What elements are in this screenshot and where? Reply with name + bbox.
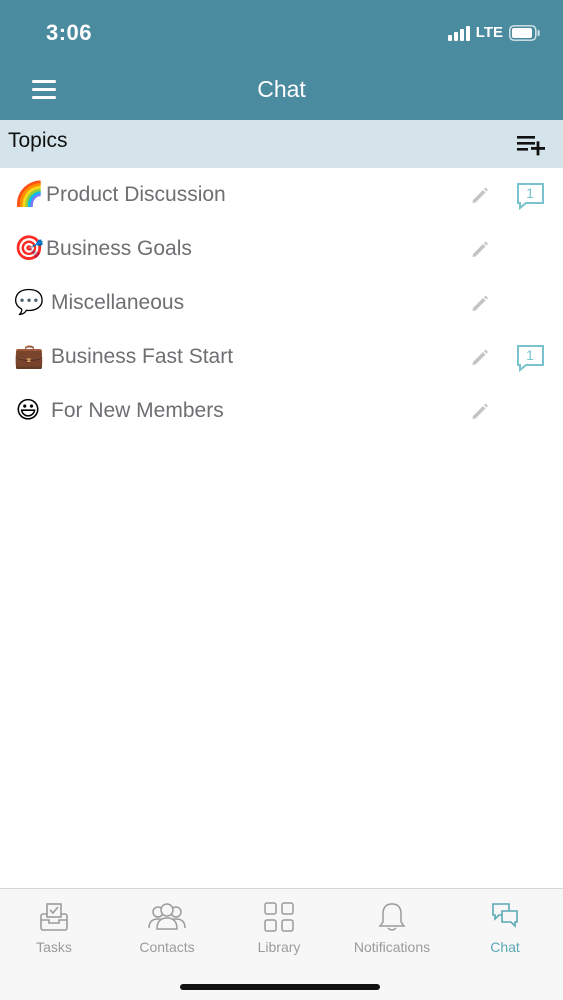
unread-badge[interactable]: 1 [516,182,546,210]
battery-icon [509,24,540,41]
speech-bubble-icon: 💬 [14,289,44,316]
topic-label: Business Fast Start [51,345,234,368]
tab-library[interactable]: Library [223,889,335,969]
chat-bubbles-icon [492,903,518,928]
contacts-group-icon [148,903,186,930]
topic-label: For New Members [51,399,224,422]
unread-badge[interactable]: 1 [516,344,546,372]
bell-icon [378,903,406,931]
home-indicator [180,984,380,990]
topic-item[interactable]: 😃 For New Members [0,384,563,438]
network-label: LTE [475,24,503,41]
topics-bar: Topics [0,120,563,168]
pencil-icon[interactable] [470,185,490,205]
topic-item[interactable]: 🌈 Product Discussion 1 [0,168,563,222]
app-header: 3:06 LTE Chat [0,0,563,120]
status-indicators: LTE [447,24,541,41]
tab-label: Notifications [353,939,431,955]
library-grid-icon [264,902,294,932]
page-title: Chat [257,76,306,102]
tab-label: Contacts [139,939,195,955]
pencil-icon[interactable] [470,347,490,367]
target-icon: 🎯 [14,235,44,262]
tasks-inbox-icon [40,903,68,931]
topic-item[interactable]: 💼 Business Fast Start 1 [0,330,563,384]
topic-label: Business Goals [46,237,192,260]
pencil-icon[interactable] [470,401,490,421]
tab-contacts[interactable]: Contacts [111,889,223,969]
add-list-icon[interactable] [517,132,547,156]
pencil-icon[interactable] [470,293,490,313]
smiley-icon: 😃 [15,397,41,424]
tab-chat[interactable]: Chat [449,889,561,969]
pencil-icon[interactable] [470,239,490,259]
topic-label: Miscellaneous [51,291,185,314]
topic-label: Product Discussion [46,183,226,206]
signal-icon [447,25,470,41]
tab-label: Library [257,939,301,955]
tab-tasks[interactable]: Tasks [0,889,110,969]
tab-label: Tasks [36,939,72,955]
topic-item[interactable]: 🎯 Business Goals [0,222,563,276]
topic-list: 🌈 Product Discussion 1 🎯 Business Goals … [0,168,563,438]
status-time: 3:06 [46,20,93,45]
briefcase-icon: 💼 [14,343,44,370]
tab-label: Chat [490,939,520,955]
topics-title: Topics [8,129,68,152]
tab-notifications[interactable]: Notifications [336,889,448,969]
rainbow-icon: 🌈 [14,181,44,208]
badge-count: 1 [526,185,534,201]
topic-item[interactable]: 💬 Miscellaneous [0,276,563,330]
badge-count: 1 [526,347,534,363]
